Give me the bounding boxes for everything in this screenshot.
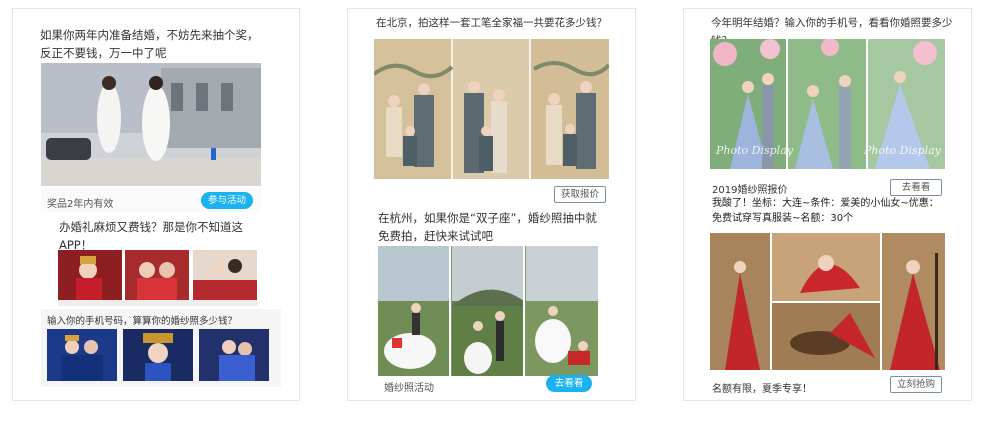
- card1-sub-headline: 办婚礼麻烦又费钱？那是你不知道这APP！: [59, 220, 243, 252]
- card3-price-label: 2019婚纱照报价: [712, 185, 788, 196]
- join-activity-button[interactable]: 参与活动: [201, 192, 253, 209]
- card1-costume-photo-3[interactable]: [199, 329, 269, 381]
- card2-look-button[interactable]: 去看看: [546, 375, 592, 392]
- card2-headline: 在北京，拍这样一套工笔全家福一共要花多少钱？: [376, 17, 607, 29]
- card1-costume-photo-2[interactable]: [123, 329, 193, 381]
- card2-wedding-collage[interactable]: [378, 246, 598, 376]
- card3-red-costume-collage[interactable]: [710, 233, 945, 370]
- buy-now-button[interactable]: 立刻抢购: [890, 376, 942, 393]
- card1-prize-note: 奖品2年内有效: [47, 199, 114, 210]
- card3-watermark-2: Photo Display: [864, 144, 941, 157]
- card1-wedding-photo-1[interactable]: [58, 250, 122, 300]
- card2-family-portrait[interactable]: [374, 39, 609, 179]
- card1-photo-fade: [58, 300, 258, 306]
- card2-sub-headline: 在杭州，如果你是“双子座”，婚纱照抽中就免费拍，赶快来试试吧: [378, 211, 597, 243]
- ad-card-3[interactable]: 今年明年结婚？输入你的手机号，看看你婚照要多少钱？ Photo Display …: [683, 8, 972, 401]
- card1-wedding-photo-3[interactable]: [193, 250, 257, 300]
- card1-headline: 如果你两年内准备结婚，不妨先来抽个奖，反正不要钱，万一中了呢: [40, 28, 259, 60]
- ad-card-2[interactable]: 在北京，拍这样一套工笔全家福一共要花多少钱？ 获取报价 在杭州，如果你是“双子座…: [347, 8, 636, 401]
- card1-wedding-photo-2[interactable]: [125, 250, 189, 300]
- card3-look-button[interactable]: 去看看: [890, 179, 942, 196]
- card3-description: 我酸了！坐标：大连~条件：爱美的小仙女~优惠：免费试穿写真服装~名额：30个: [712, 198, 939, 224]
- card2-footer-label: 婚纱照活动: [384, 383, 434, 394]
- card3-footer-label: 名额有限，夏季专享！: [712, 384, 812, 395]
- card1-phone-prompt: 输入你的手机号码，算算你的婚纱照多少钱？: [47, 316, 238, 327]
- get-quote-button[interactable]: 获取报价: [554, 186, 606, 203]
- ad-card-1[interactable]: 如果你两年内准备结婚，不妨先来抽个奖，反正不要钱，万一中了呢 奖品2年内有效 参…: [12, 8, 300, 401]
- card1-costume-photo-1[interactable]: [47, 329, 117, 381]
- card1-hero-photo[interactable]: [41, 63, 261, 186]
- card3-watermark-1: Photo Display: [716, 144, 793, 157]
